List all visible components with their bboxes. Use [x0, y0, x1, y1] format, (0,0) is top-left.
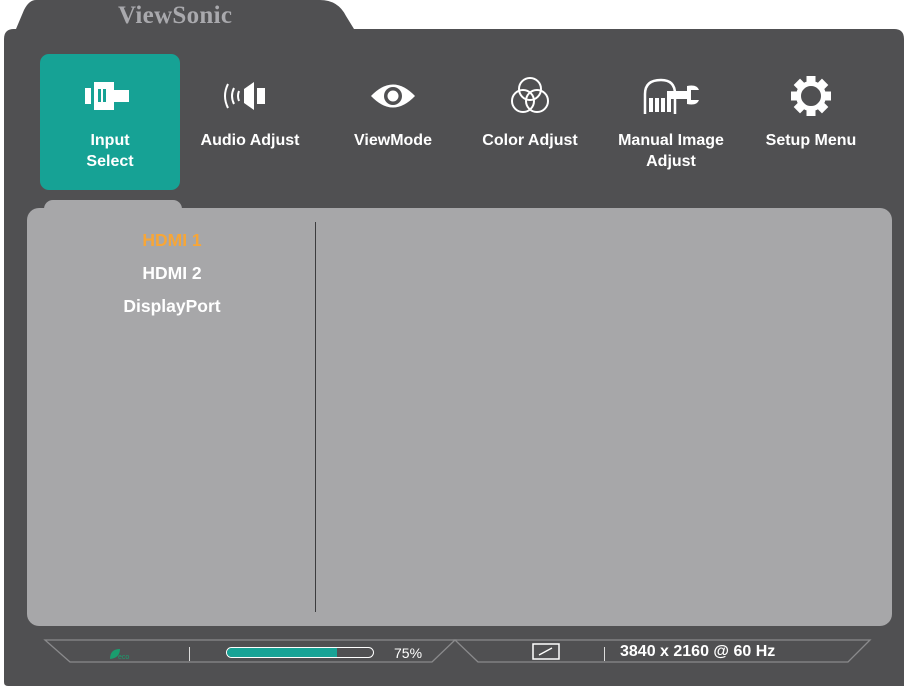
- hand-wrench-icon: [643, 78, 699, 114]
- input-option-displayport[interactable]: DisplayPort: [27, 292, 317, 325]
- input-source-list: HDMI 1 HDMI 2 DisplayPort: [27, 226, 317, 325]
- tab-label: Input Select: [86, 132, 134, 170]
- gear-icon: [791, 76, 831, 116]
- resolution-readout: 3840 x 2160 @ 60 Hz: [620, 643, 776, 660]
- color-circles-icon: [511, 77, 549, 113]
- status-separator: [604, 647, 605, 661]
- monitor-icon: [532, 643, 560, 660]
- tab-label: ViewMode: [354, 132, 432, 149]
- tab-label: Color Adjust: [482, 132, 578, 149]
- input-option-hdmi2[interactable]: HDMI 2: [27, 259, 317, 292]
- tab-viewmode[interactable]: ViewMode: [323, 54, 463, 190]
- eco-leaf-icon: eco: [108, 647, 148, 661]
- tab-label: Setup Menu: [765, 132, 857, 149]
- svg-text:eco: eco: [118, 654, 129, 661]
- tab-manual-image-adjust[interactable]: Manual Image Adjust: [601, 54, 741, 190]
- audio-icon: [224, 82, 265, 110]
- brightness-bar: [226, 647, 374, 658]
- tab-label: Manual Image Adjust: [618, 132, 724, 170]
- brightness-fill: [227, 648, 337, 657]
- osd-menu: ViewSonic Input Select Audio Adjust View…: [0, 0, 904, 686]
- eye-icon: [371, 84, 415, 108]
- brightness-value: 75%: [394, 645, 423, 661]
- main-menu-tabs: Input Select Audio Adjust ViewMode Color…: [40, 54, 870, 190]
- input-option-hdmi1[interactable]: HDMI 1: [27, 226, 317, 259]
- tab-setup-menu[interactable]: Setup Menu: [741, 54, 881, 190]
- brand-logo: ViewSonic: [118, 2, 233, 29]
- input-select-icon: [85, 82, 129, 110]
- tab-audio-adjust[interactable]: Audio Adjust: [180, 54, 320, 190]
- tab-input-select[interactable]: Input Select: [40, 54, 180, 190]
- tab-color-adjust[interactable]: Color Adjust: [460, 54, 600, 190]
- tab-label: Audio Adjust: [200, 132, 300, 149]
- status-separator: [189, 647, 190, 661]
